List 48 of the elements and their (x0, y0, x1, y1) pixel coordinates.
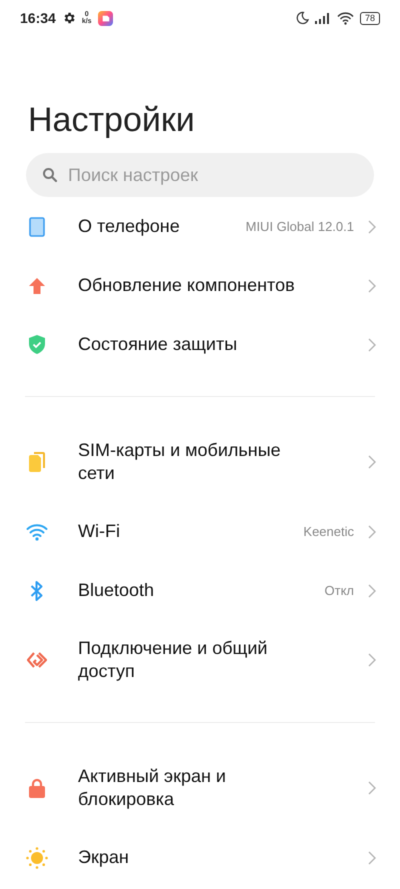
settings-item[interactable]: SIM-карты и мобильные сети (0, 422, 400, 502)
chevron-icon (368, 455, 376, 469)
settings-item[interactable]: Экран (0, 828, 400, 887)
item-value: Откл (324, 583, 354, 598)
chevron-icon (368, 524, 376, 538)
item-label: Активный экран и блокировка (78, 765, 227, 811)
sun-icon (26, 846, 48, 868)
settings-item[interactable]: Активный экран и блокировка (0, 748, 400, 828)
wifi-status-icon (336, 12, 354, 24)
item-value: MIUI Global 12.0.1 (246, 219, 354, 234)
lock-icon (28, 778, 46, 798)
settings-item[interactable]: Состояние защиты (0, 315, 400, 374)
up-arrow-icon (28, 276, 46, 294)
item-label: Подключение и общий доступ (78, 637, 268, 683)
chevron-icon (368, 850, 376, 864)
item-label: Bluetooth (78, 579, 156, 602)
chevron-icon (368, 653, 376, 667)
share-icon (27, 650, 47, 670)
item-label: О телефоне (78, 215, 181, 238)
settings-item[interactable]: Обновление компонентов (0, 256, 400, 315)
item-label: Wi-Fi (78, 520, 121, 543)
battery-indicator: 78 (360, 12, 380, 24)
chevron-icon (368, 781, 376, 795)
settings-item[interactable]: Подключение и общий доступ (0, 620, 400, 700)
settings-item[interactable]: О телефоне MIUI Global 12.0.1 (0, 197, 400, 256)
item-label: Состояние защиты (78, 333, 238, 356)
moon-icon (296, 11, 309, 25)
wifi-icon (26, 522, 48, 540)
search-field[interactable]: Поиск настроек (26, 153, 374, 197)
page-title: Настройки (28, 100, 196, 140)
settings-icon (62, 11, 76, 25)
item-value: Keenetic (303, 524, 354, 539)
chevron-icon (368, 220, 376, 234)
clock-time: 16:34 (20, 10, 56, 26)
chevron-icon (368, 338, 376, 352)
sim-card-icon (28, 452, 46, 472)
phone-icon (29, 216, 45, 236)
app-icon (98, 10, 113, 26)
item-label: Обновление компонентов (78, 274, 296, 297)
bluetooth-icon (30, 580, 44, 602)
signal-icon (314, 12, 331, 24)
chevron-icon (368, 278, 376, 292)
settings-item[interactable]: Bluetooth Откл (0, 561, 400, 620)
item-label: SIM-карты и мобильные сети (78, 439, 282, 485)
chevron-icon (368, 584, 376, 598)
shield-icon (29, 335, 45, 354)
settings-item[interactable]: Wi-Fi Keenetic (0, 502, 400, 561)
item-label: Экран (78, 846, 130, 869)
